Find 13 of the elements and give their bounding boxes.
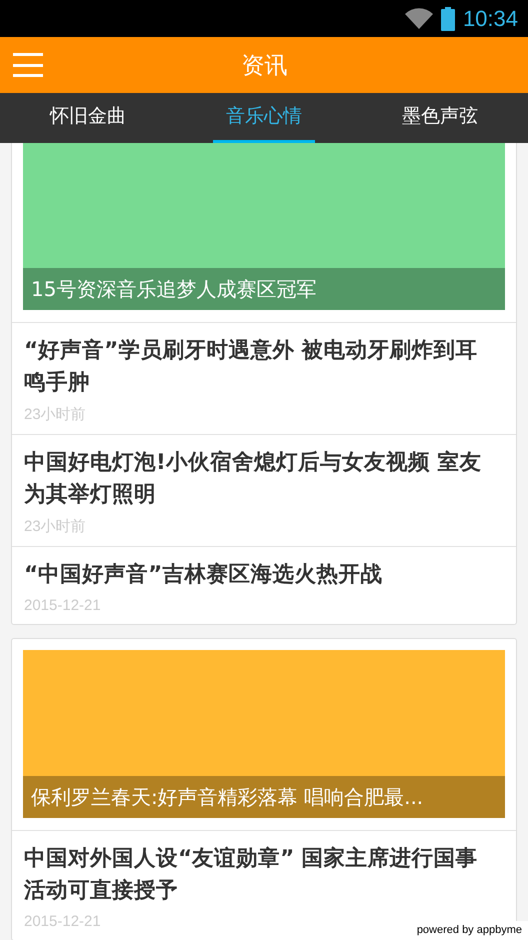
news-title: 中国好电灯泡!小伙宿舍熄灯后与女友视频 室友为其举灯照明 <box>24 449 482 509</box>
tab[interactable]: 墨色声弦 <box>352 93 528 143</box>
header-title: 资讯 <box>242 52 288 80</box>
wifi-icon <box>404 8 433 30</box>
news-title: “好声音”学员刷牙时遇意外 被电动牙刷炸到耳鸣手肿 <box>24 337 479 397</box>
news-title: “中国好声音”吉林赛区海选火热开战 <box>24 561 384 589</box>
featured-caption: 15号资深音乐追梦人成赛区冠军 <box>23 268 505 310</box>
news-title: 中国对外国人设“友谊勋章” 国家主席进行国事活动可直接授予 <box>24 845 479 905</box>
featured-caption: 保利罗兰春天:好声音精彩落幕 唱响合肥最... <box>23 776 505 818</box>
clock: 10:34 <box>462 6 518 32</box>
menu-button[interactable] <box>13 53 43 77</box>
tab[interactable]: 怀旧金曲 <box>0 93 176 143</box>
battery-icon <box>440 6 455 30</box>
